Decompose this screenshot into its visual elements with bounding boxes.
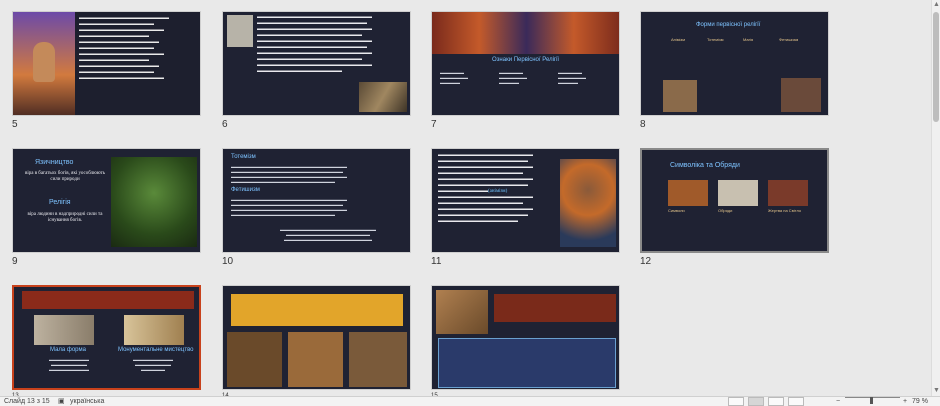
slide-image [359,82,407,112]
slide-title: Символіка та Обряди [670,162,740,169]
slide-heading: Язичництво [35,159,74,166]
slide-body-text: ▬▬▬▬▬▬▬▬▬▬▬▬▬▬▬▬▬▬▬▬▬▬▬▬▬▬▬▬▬▬▬▬▬▬▬▬▬▬▬▬… [257,15,372,74]
slide-heading: Тотемізм [231,154,256,160]
slide-heading: Релігія [49,199,71,206]
slide-body-text: ▬▬▬▬▬▬▬▬▬▬▬▬▬▬▬▬▬▬▬▬▬▬▬▬▬▬▬▬▬▬▬▬▬▬▬▬▬▬▬▬… [280,227,376,242]
caption-monumental-art: Монументальне мистецтво [118,347,194,353]
slide-body-text: ▬▬▬▬▬▬ ▬▬▬▬▬▬▬ ▬▬▬▬▬ [440,70,468,85]
slide-banner [494,294,616,322]
column-heading: Жертва на Світло [768,208,802,213]
slide-thumbnail-15[interactable] [431,285,620,390]
slide-image [33,42,55,82]
slide-body-text: віра людини в надприродні сили та існува… [27,212,103,223]
scroll-up-icon[interactable]: ▲ [933,1,940,9]
slide-banner [22,291,194,309]
zoom-slider-thumb[interactable] [870,397,873,404]
slide-number: 7 [431,119,437,130]
slide-image [436,290,488,334]
slide-thumbnail-11[interactable]: ▬▬▬▬▬▬▬▬▬▬▬▬▬▬▬▬▬▬▬ ▬▬▬▬▬▬▬▬▬▬▬▬▬▬▬▬▬▬ ▬▬▬… [431,148,620,253]
column-heading: Обряди [718,208,733,213]
slide-image [768,180,808,206]
slide-heading: Фетишизм [231,187,260,193]
slide-number: 6 [222,119,228,130]
highlight-term: (анімізм) [488,189,508,194]
slide-thumbnail-10[interactable]: Тотемізм ▬▬▬▬▬▬▬▬▬▬▬▬▬▬▬▬▬▬▬▬▬▬▬▬▬▬▬▬▬ ▬▬… [222,148,411,253]
slide-image [718,180,758,206]
slide-number: 10 [222,256,234,267]
slide-image [227,332,282,387]
column-heading: Магія [743,37,754,42]
slide-thumbnail-13[interactable]: Мала форма Монументальне мистецтво ▬▬▬▬▬… [12,285,201,390]
slide-banner [231,294,403,326]
slide-image [668,180,708,206]
vertical-scrollbar[interactable]: ▲ ▼ [931,0,940,396]
column-heading: Символи [668,208,685,213]
slide-image [34,315,94,345]
slide-thumbnail-9[interactable]: Язичництво віра в багатьох богів, які уо… [12,148,201,253]
slide-image [432,12,619,54]
slide-number: 9 [12,256,18,267]
scrollbar-thumb[interactable] [933,12,939,122]
column-heading: Тотемізм [707,37,724,42]
slide-body-text: ▬▬▬▬▬▬ ▬▬▬▬▬▬▬ ▬▬▬▬▬ [499,70,527,85]
slide-image [663,80,697,112]
scroll-down-icon[interactable]: ▼ [933,387,940,395]
slide-body-text: ▬▬▬▬▬▬▬▬▬▬▬▬▬▬▬▬▬▬▬▬▬▬▬▬▬▬▬▬▬▬▬▬▬▬▬▬▬▬▬▬… [79,16,169,81]
slide-number: 5 [12,119,18,130]
slide-number: 12 [640,256,652,267]
slide-body-text: віра в багатьох богів, які уособлюють си… [24,171,106,182]
slide-image [124,315,184,345]
slide-thumbnail-14[interactable] [222,285,411,390]
slide-thumbnail-5[interactable]: ▬▬▬▬▬▬▬▬▬▬▬▬▬▬▬▬▬▬ ▬▬▬▬▬▬▬▬▬▬▬▬▬▬▬ ▬▬▬▬▬▬▬… [12,11,201,116]
caption-small-form: Мала форма [50,347,86,353]
column-heading: Анімізм [671,37,685,42]
slide-image [560,159,616,247]
slide-image [349,332,407,387]
slide-image [227,15,253,47]
slide-title: Ознаки Первісної Релігії [492,57,560,63]
slide-thumbnail-6[interactable]: ▬▬▬▬▬▬▬▬▬▬▬▬▬▬▬▬▬▬▬▬▬▬▬ ▬▬▬▬▬▬▬▬▬▬▬▬▬▬▬▬▬… [222,11,411,116]
slide-thumbnail-12[interactable]: Символіка та Обряди Символи Обряди Жертв… [640,148,829,253]
slide-number: 8 [640,119,646,130]
slide-title: Форми первісної релігії [696,22,761,28]
slide-body-text: ▬▬▬▬▬▬▬▬▬▬ ▬▬▬▬▬▬▬▬▬ ▬▬▬▬▬▬ [133,357,173,372]
slide-image [111,157,197,247]
slide-body-text: ▬▬▬▬▬▬▬▬▬▬▬▬▬▬▬▬▬▬▬▬▬▬▬▬▬▬▬▬▬▬▬▬▬▬▬▬▬▬▬▬… [231,197,347,217]
slide-body-text: ▬▬▬▬▬▬▬▬▬▬▬▬▬▬▬▬▬▬▬▬▬▬▬▬▬▬▬▬▬▬▬▬▬▬▬▬▬▬▬▬… [438,153,533,224]
slide-body-text: ▬▬▬▬▬▬▬▬▬▬▬▬▬▬▬▬▬▬▬▬▬▬▬▬▬▬▬▬▬▬▬▬▬▬▬▬▬▬▬▬… [231,164,347,184]
slide-panel [438,338,616,388]
slide-body-text: ▬▬▬▬▬▬▬▬▬▬ ▬▬▬▬▬▬▬▬▬ ▬▬▬▬▬▬▬▬▬▬ [49,357,89,372]
slide-thumbnail-7[interactable]: Ознаки Первісної Релігії ▬▬▬▬▬▬ ▬▬▬▬▬▬▬ ▬▬… [431,11,620,116]
slide-image [288,332,343,387]
column-heading: Фетишизм [779,37,799,42]
slide-image [781,78,821,112]
slide-sorter-grid: ▬▬▬▬▬▬▬▬▬▬▬▬▬▬▬▬▬▬ ▬▬▬▬▬▬▬▬▬▬▬▬▬▬▬ ▬▬▬▬▬▬▬… [0,0,932,399]
slide-thumbnail-8[interactable]: Форми первісної релігії Анімізм Тотемізм… [640,11,829,116]
slide-number: 11 [431,256,442,267]
slide-body-text: ▬▬▬▬▬▬ ▬▬▬▬▬▬▬ ▬▬▬▬▬ [558,70,586,85]
